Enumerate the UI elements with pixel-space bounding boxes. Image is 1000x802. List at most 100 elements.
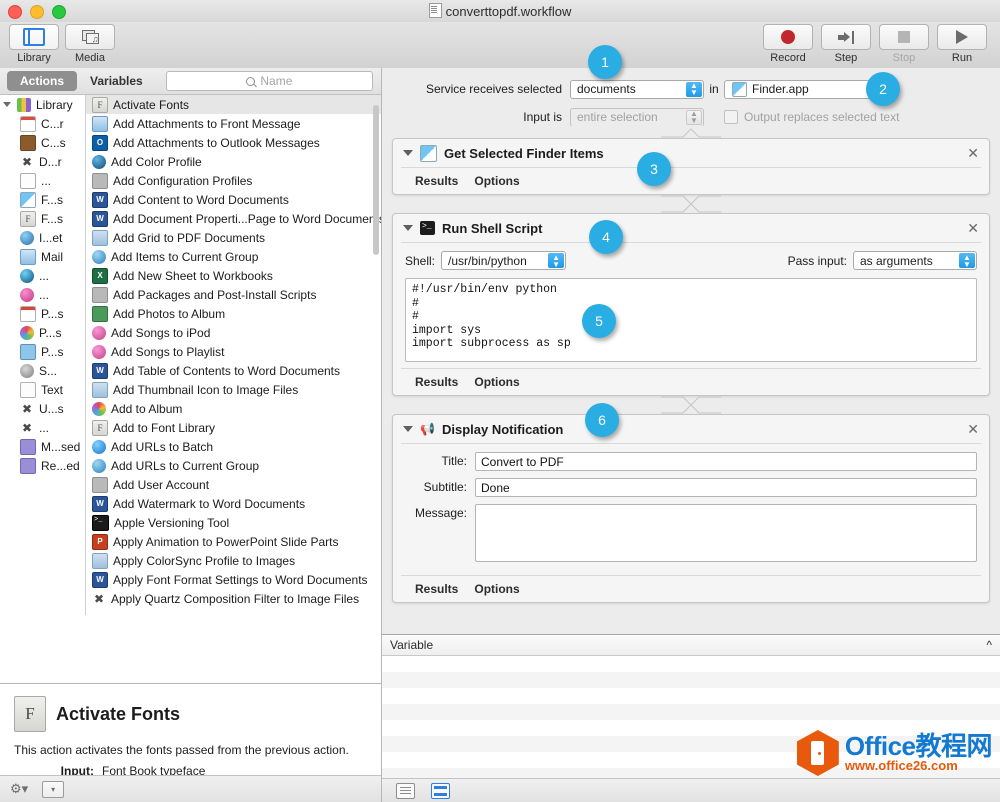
- run-button[interactable]: Run: [936, 24, 988, 64]
- step-button[interactable]: Step: [820, 24, 872, 64]
- results-link[interactable]: Results: [415, 582, 458, 596]
- shell-select[interactable]: /usr/bin/python ▲▼: [441, 251, 566, 270]
- shell-script-editor[interactable]: #!/usr/bin/env python # # import sys imp…: [405, 278, 977, 362]
- action-list-item[interactable]: Add Songs to Playlist: [86, 342, 381, 361]
- category-item[interactable]: F...s: [0, 190, 85, 209]
- category-item[interactable]: ✖U...s: [0, 399, 85, 418]
- category-item[interactable]: FF...s: [0, 209, 85, 228]
- category-item[interactable]: ✖...: [0, 418, 85, 437]
- category-item[interactable]: Mail: [0, 247, 85, 266]
- action-list-item[interactable]: Add Songs to iPod: [86, 323, 381, 342]
- category-item[interactable]: ...: [0, 266, 85, 285]
- disclosure-triangle-icon[interactable]: [403, 150, 413, 156]
- action-list-item[interactable]: Add URLs to Current Group: [86, 456, 381, 475]
- variable-row[interactable]: [382, 672, 1000, 688]
- chevron-up-icon[interactable]: ^: [986, 638, 992, 652]
- results-link[interactable]: Results: [415, 174, 458, 188]
- category-item[interactable]: ✖D...r: [0, 152, 85, 171]
- close-icon[interactable]: ✕: [967, 221, 979, 235]
- category-item[interactable]: C...s: [0, 133, 85, 152]
- options-link[interactable]: Options: [474, 174, 519, 188]
- options-link[interactable]: Options: [474, 582, 519, 596]
- action-header[interactable]: >_ Run Shell Script ✕: [393, 214, 989, 242]
- action-list-item[interactable]: Add Color Profile: [86, 152, 381, 171]
- workflow-action-run-shell-script[interactable]: >_ Run Shell Script ✕ Shell: /usr/bin/py…: [392, 213, 990, 396]
- category-item[interactable]: P...s: [0, 304, 85, 323]
- action-list-item[interactable]: Add Thumbnail Icon to Image Files: [86, 380, 381, 399]
- category-item[interactable]: C...r: [0, 114, 85, 133]
- variable-row[interactable]: [382, 688, 1000, 704]
- tab-actions[interactable]: Actions: [7, 71, 77, 91]
- action-header[interactable]: 📢 Display Notification ✕: [393, 415, 989, 443]
- action-list-item[interactable]: WAdd Table of Contents to Word Documents: [86, 361, 381, 380]
- action-footer: Results Options: [393, 576, 989, 602]
- action-list-item[interactable]: Add Attachments to Front Message: [86, 114, 381, 133]
- pass-input-select[interactable]: as arguments ▲▼: [853, 251, 977, 270]
- workflow-action-display-notification[interactable]: 📢 Display Notification ✕ Title: Convert …: [392, 414, 990, 603]
- variable-row[interactable]: [382, 656, 1000, 672]
- image-tool-icon: [92, 382, 108, 398]
- action-list-item[interactable]: ✖Apply Quartz Composition Filter to Imag…: [86, 589, 381, 608]
- disclosure-button-icon[interactable]: ▾: [42, 781, 64, 798]
- action-list-item[interactable]: Apply ColorSync Profile to Images: [86, 551, 381, 570]
- results-link[interactable]: Results: [415, 375, 458, 389]
- workflow-action-get-selected-finder-items[interactable]: Get Selected Finder Items ✕ Results Opti…: [392, 138, 990, 195]
- category-item[interactable]: Library: [0, 95, 85, 114]
- category-item[interactable]: P...s: [0, 342, 85, 361]
- action-list-item[interactable]: WAdd Document Properti...Page to Word Do…: [86, 209, 381, 228]
- action-list-item[interactable]: Add Photos to Album: [86, 304, 381, 323]
- disclosure-triangle-icon[interactable]: [3, 102, 11, 107]
- category-item[interactable]: ...: [0, 285, 85, 304]
- category-item[interactable]: Re...ed: [0, 456, 85, 475]
- options-link[interactable]: Options: [474, 375, 519, 389]
- output-replaces-checkbox[interactable]: [724, 110, 738, 124]
- action-title: Get Selected Finder Items: [444, 146, 604, 161]
- action-list-item[interactable]: XAdd New Sheet to Workbooks: [86, 266, 381, 285]
- search-input[interactable]: Name: [166, 71, 373, 91]
- action-item-label: Add Packages and Post-Install Scripts: [113, 288, 316, 302]
- record-button[interactable]: Record: [762, 24, 814, 64]
- action-list-item[interactable]: WAdd Watermark to Word Documents: [86, 494, 381, 513]
- action-list-item[interactable]: Add URLs to Batch: [86, 437, 381, 456]
- category-item[interactable]: S...: [0, 361, 85, 380]
- action-list-item[interactable]: Add Grid to PDF Documents: [86, 228, 381, 247]
- category-item[interactable]: Text: [0, 380, 85, 399]
- action-list-scrollbar[interactable]: [373, 97, 379, 613]
- category-item[interactable]: ...: [0, 171, 85, 190]
- log-view-icon[interactable]: [396, 783, 415, 799]
- library-toolbar-button[interactable]: Library: [8, 24, 60, 64]
- close-icon[interactable]: ✕: [967, 422, 979, 436]
- action-list-item[interactable]: Add to Album: [86, 399, 381, 418]
- notification-message-input[interactable]: [475, 504, 977, 562]
- disclosure-triangle-icon[interactable]: [403, 426, 413, 432]
- split-view-icon[interactable]: [431, 783, 450, 799]
- action-list-item[interactable]: Add Items to Current Group: [86, 247, 381, 266]
- input-is-select[interactable]: entire selection ▲▼: [570, 108, 704, 127]
- gear-icon[interactable]: ⚙▾: [10, 781, 28, 797]
- action-list-item[interactable]: WAdd Content to Word Documents: [86, 190, 381, 209]
- category-item[interactable]: M...sed: [0, 437, 85, 456]
- disclosure-triangle-icon[interactable]: [403, 225, 413, 231]
- action-list-item[interactable]: FAdd to Font Library: [86, 418, 381, 437]
- variable-row[interactable]: [382, 704, 1000, 720]
- action-list-item[interactable]: OAdd Attachments to Outlook Messages: [86, 133, 381, 152]
- media-toolbar-button[interactable]: ♫ Media: [64, 24, 116, 64]
- notification-title-input[interactable]: Convert to PDF: [475, 452, 977, 471]
- action-list-item[interactable]: >_Apple Versioning Tool: [86, 513, 381, 532]
- tab-variables[interactable]: Variables: [77, 71, 156, 91]
- action-list[interactable]: FActivate FontsAdd Attachments to Front …: [86, 95, 381, 615]
- action-list-item[interactable]: Add Packages and Post-Install Scripts: [86, 285, 381, 304]
- action-list-item[interactable]: Add User Account: [86, 475, 381, 494]
- action-list-item[interactable]: FActivate Fonts: [86, 95, 381, 114]
- close-icon[interactable]: ✕: [967, 146, 979, 160]
- action-list-item[interactable]: WApply Font Format Settings to Word Docu…: [86, 570, 381, 589]
- service-receives-select[interactable]: documents ▲▼: [570, 80, 704, 99]
- action-header[interactable]: Get Selected Finder Items ✕: [393, 139, 989, 167]
- category-item[interactable]: P...s: [0, 323, 85, 342]
- action-list-item[interactable]: PApply Animation to PowerPoint Slide Par…: [86, 532, 381, 551]
- stop-button[interactable]: Stop: [878, 24, 930, 64]
- category-item[interactable]: I...et: [0, 228, 85, 247]
- category-list[interactable]: LibraryC...rC...s✖D...r...F...sFF...sI..…: [0, 95, 86, 615]
- action-list-item[interactable]: Add Configuration Profiles: [86, 171, 381, 190]
- notification-subtitle-input[interactable]: Done: [475, 478, 977, 497]
